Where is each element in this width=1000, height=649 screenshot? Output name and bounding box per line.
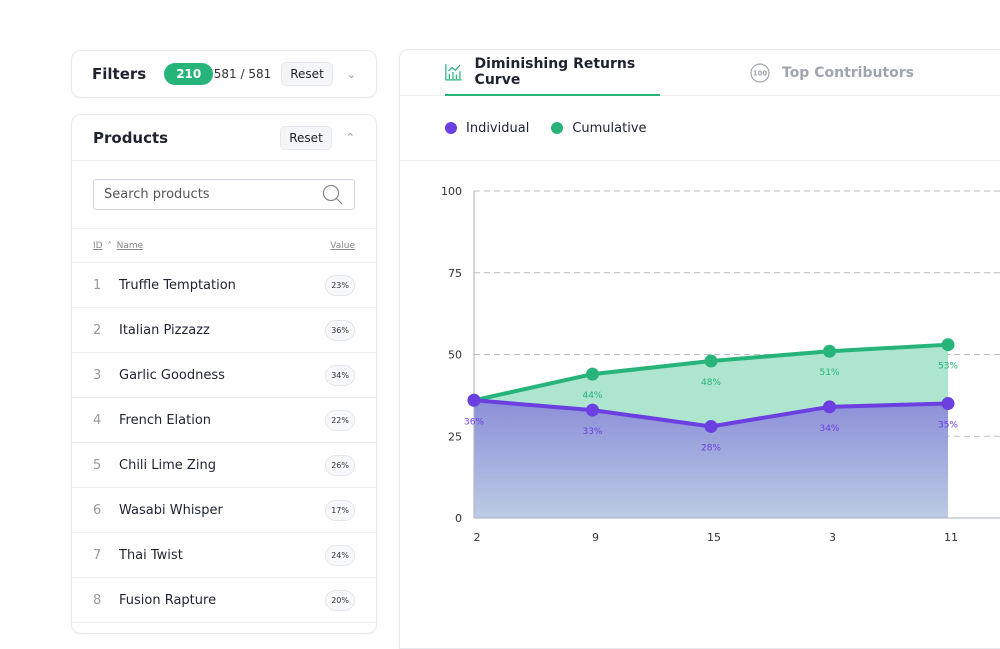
chart-svg: 0 25 50 75 100 2 9 15 3 11 44% 48% 51% 53% 36% 33% 28% 34… — [441, 185, 1000, 544]
data-point — [704, 354, 718, 368]
data-label: 51% — [819, 368, 839, 378]
data-label: 35% — [938, 421, 958, 431]
data-label: 53% — [938, 362, 958, 372]
data-label: 33% — [582, 427, 602, 437]
y-tick-label: 100 — [441, 185, 462, 198]
y-tick-label: 50 — [448, 349, 462, 362]
data-point — [467, 393, 481, 407]
data-label: 48% — [701, 378, 721, 388]
x-tick-label: 9 — [592, 531, 599, 544]
x-tick-label: 3 — [829, 531, 836, 544]
y-tick-label: 75 — [448, 267, 462, 280]
data-label: 36% — [464, 417, 484, 427]
data-point — [823, 344, 836, 358]
data-point — [586, 403, 599, 417]
data-label: 28% — [701, 443, 721, 453]
data-point — [941, 338, 955, 352]
x-tick-label: 15 — [707, 531, 721, 544]
x-tick-label: 11 — [944, 531, 958, 544]
data-point — [704, 419, 718, 433]
data-point — [941, 397, 955, 411]
data-label: 44% — [582, 391, 602, 401]
data-point — [586, 367, 599, 381]
y-tick-label: 0 — [455, 512, 462, 525]
data-point — [823, 400, 836, 414]
x-tick-label: 2 — [474, 531, 481, 544]
y-tick-label: 25 — [448, 430, 462, 443]
data-label: 34% — [819, 424, 839, 434]
